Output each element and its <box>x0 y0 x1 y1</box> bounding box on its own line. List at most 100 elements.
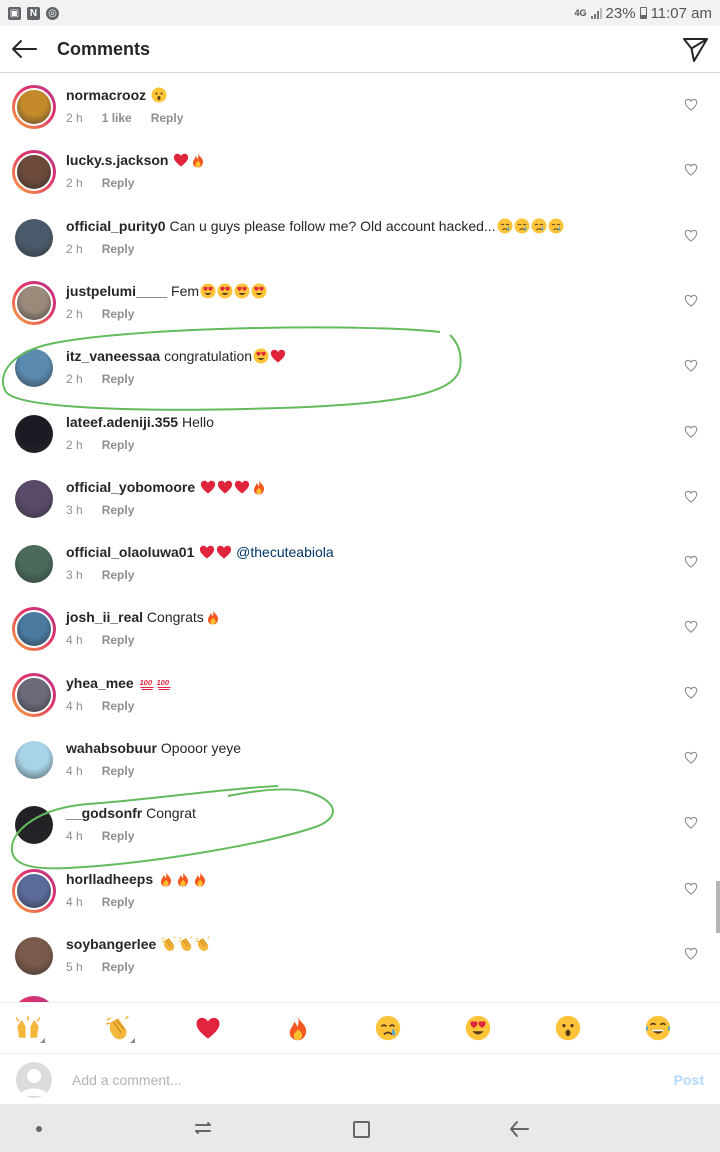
reply-button[interactable]: Reply <box>102 699 135 713</box>
like-heart-icon[interactable] <box>684 751 698 764</box>
comment-username[interactable]: normacrooz <box>66 87 146 103</box>
back-button[interactable] <box>0 26 50 73</box>
post-button[interactable]: Post <box>674 1072 704 1088</box>
comment-row[interactable]: horlladheeps 4 h Reply <box>0 858 720 923</box>
quick-fire-emoji-button[interactable] <box>281 1011 315 1045</box>
comment-username[interactable]: yhea_mee <box>66 675 134 691</box>
commenter-avatar[interactable] <box>12 280 56 325</box>
comment-username[interactable]: lucky.s.jackson <box>66 152 168 168</box>
comment-row[interactable]: wahabsobuur Opooor yeye 4 h Reply <box>0 727 720 792</box>
like-heart-icon[interactable] <box>684 425 698 438</box>
commenter-avatar[interactable] <box>12 868 56 913</box>
comment-row[interactable]: lateef.adeniji.355 Hello 2 h Reply <box>0 401 720 466</box>
comment-row[interactable]: yhea_mee 100 100 4 h Reply <box>0 662 720 727</box>
comment-meta: 2 h Reply <box>66 242 134 256</box>
comment-timestamp: 4 h <box>66 894 83 909</box>
like-heart-icon[interactable] <box>684 163 698 177</box>
reply-button[interactable]: Reply <box>102 829 135 843</box>
comment-username[interactable]: horlladheeps <box>66 871 153 887</box>
like-heart-icon[interactable] <box>684 620 698 634</box>
reply-button[interactable]: Reply <box>102 764 135 778</box>
commenter-avatar[interactable] <box>12 607 56 652</box>
like-heart-icon[interactable] <box>684 490 698 503</box>
like-heart-icon[interactable] <box>684 686 698 699</box>
like-heart-icon[interactable] <box>684 229 698 242</box>
comments-list[interactable]: normacrooz 2 h1 like Reply lucky.s.jackson… <box>0 74 720 1002</box>
comment-username[interactable]: justpelumi____ <box>66 283 167 299</box>
quick-hearteyes-emoji-button[interactable] <box>461 1011 495 1045</box>
like-heart-icon[interactable] <box>684 882 698 895</box>
heart-emoji-icon <box>173 152 189 168</box>
like-heart-icon[interactable] <box>684 98 698 111</box>
comment-username[interactable]: __godsonfr <box>66 805 142 821</box>
comment-username[interactable]: wahabsobuur <box>66 740 157 756</box>
comment-username[interactable]: official_olaoluwa01 <box>66 544 194 560</box>
comment-meta: 4 h Reply <box>66 829 134 843</box>
comment-row[interactable]: official_purity0 Can u guys please follo… <box>0 205 720 270</box>
comment-username[interactable]: official_yobomoore <box>66 479 195 495</box>
commenter-avatar[interactable] <box>12 346 56 390</box>
reply-button[interactable]: Reply <box>102 633 135 647</box>
fire-emoji-icon <box>190 152 206 168</box>
comment-username[interactable]: soybangerlee <box>66 936 156 952</box>
reply-button[interactable]: Reply <box>102 895 135 909</box>
home-button-icon[interactable] <box>353 1121 370 1138</box>
comment-row[interactable]: lucky.s.jackson 2 h Reply <box>0 139 720 204</box>
commenter-avatar[interactable] <box>12 934 56 978</box>
comment-row[interactable]: __godsonfr Congrat 4 h Reply <box>0 792 720 857</box>
commenter-avatar[interactable] <box>12 216 56 260</box>
comment-username[interactable]: itz_vaneessaa <box>66 348 160 364</box>
reply-button[interactable]: Reply <box>102 307 135 321</box>
reply-button[interactable]: Reply <box>102 372 135 386</box>
comment-text-line: official_purity0 Can u guys please follo… <box>66 218 564 234</box>
comment-row[interactable]: itz_vaneessaa congratulation 2 h Reply <box>0 335 720 400</box>
avatar-photo <box>15 741 53 779</box>
commenter-avatar[interactable] <box>12 150 56 195</box>
recent-apps-icon[interactable] <box>193 1118 213 1138</box>
comment-timestamp: 2 h <box>66 437 83 452</box>
comment-row[interactable]: soybangerlee 5 h Reply <box>0 923 720 988</box>
commenter-avatar[interactable] <box>12 672 56 717</box>
quick-raised-hands-emoji-button[interactable] <box>11 1011 45 1045</box>
avatar-photo <box>15 871 53 910</box>
comment-like-count[interactable]: 1 like <box>102 111 132 125</box>
scrollbar-thumb[interactable] <box>716 881 720 933</box>
like-heart-icon[interactable] <box>684 947 698 960</box>
commenter-avatar[interactable] <box>12 738 56 782</box>
reply-button[interactable]: Reply <box>102 242 135 256</box>
commenter-avatar[interactable] <box>12 412 56 456</box>
commenter-avatar[interactable] <box>12 477 56 521</box>
reply-button[interactable]: Reply <box>102 960 135 974</box>
comment-row[interactable]: normacrooz 2 h 1 like Reply <box>0 74 720 139</box>
like-heart-icon[interactable] <box>684 294 698 307</box>
like-heart-icon[interactable] <box>684 359 698 372</box>
comment-row[interactable]: josh_ii_real Congrats 4 h Reply <box>0 596 720 661</box>
comment-row[interactable]: official_yobomoore 3 h Reply <box>0 466 720 531</box>
commenter-avatar[interactable] <box>12 85 56 129</box>
comment-username[interactable]: official_purity0 <box>66 218 166 234</box>
nav-dot-icon[interactable] <box>36 1126 42 1132</box>
like-heart-icon[interactable] <box>684 816 698 830</box>
quick-joy-emoji-button[interactable] <box>641 1011 675 1045</box>
comment-username[interactable]: lateef.adeniji.355 <box>66 414 178 430</box>
commenter-avatar[interactable] <box>12 803 56 847</box>
quick-hushed-emoji-button[interactable] <box>551 1011 585 1045</box>
share-button[interactable] <box>680 34 710 64</box>
comment-mention-link[interactable]: @thecuteabiola <box>232 544 334 560</box>
comment-row[interactable]: official_olaoluwa01 @thecuteabiola 3 h Rep… <box>0 531 720 596</box>
like-heart-icon[interactable] <box>684 555 698 568</box>
quick-cry-emoji-button[interactable] <box>371 1011 405 1045</box>
commenter-avatar[interactable] <box>12 542 56 586</box>
reply-button[interactable]: Reply <box>151 111 184 125</box>
reply-button[interactable]: Reply <box>102 176 135 190</box>
heart-emoji-icon <box>216 544 232 560</box>
quick-heart-emoji-button[interactable] <box>191 1011 225 1045</box>
reply-button[interactable]: Reply <box>102 438 135 452</box>
comment-username[interactable]: josh_ii_real <box>66 609 143 625</box>
reply-button[interactable]: Reply <box>102 503 135 517</box>
reply-button[interactable]: Reply <box>102 568 135 582</box>
quick-clap-emoji-button[interactable] <box>101 1011 135 1045</box>
comment-input[interactable] <box>72 1068 652 1092</box>
comment-row[interactable]: justpelumi____ Fem 2 h Reply <box>0 270 720 335</box>
nav-back-icon[interactable] <box>508 1119 530 1139</box>
